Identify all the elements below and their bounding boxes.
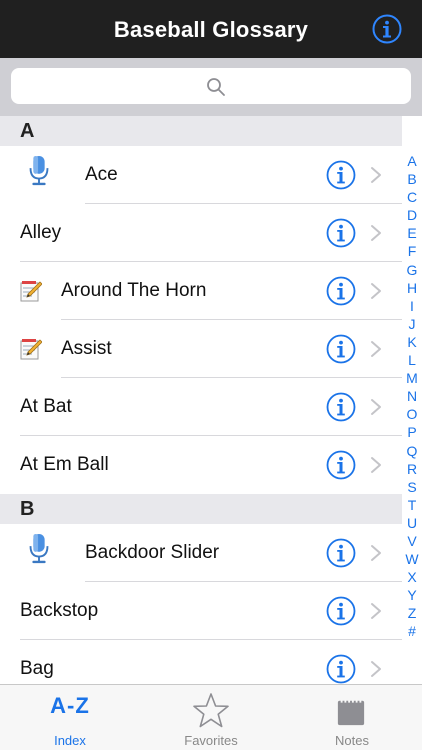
tab-notes-label: Notes: [335, 733, 369, 748]
list-item[interactable]: Backdoor Slider: [0, 524, 402, 582]
index-letter-q[interactable]: Q: [402, 442, 422, 460]
info-icon[interactable]: [326, 596, 356, 626]
chevron-right-icon: [371, 167, 381, 183]
alphabet-index[interactable]: A B C D E F G H I J K L M N O P Q R S T U V W X Y Z #: [402, 152, 422, 641]
index-letter-z[interactable]: Z: [402, 604, 422, 622]
section-header-a: A: [0, 116, 402, 146]
note-icon: [20, 281, 42, 302]
chevron-right-icon: [371, 457, 381, 473]
az-icon: A-Z: [50, 693, 90, 718]
search-bar: [0, 58, 422, 116]
list-item-label: Alley: [20, 222, 62, 243]
list-item[interactable]: Backstop: [0, 582, 402, 640]
tab-bar: A-Z Index Favorites Notes: [0, 684, 422, 750]
index-letter-o[interactable]: O: [402, 405, 422, 423]
info-icon[interactable]: [326, 276, 356, 306]
notepad-icon: [337, 698, 365, 726]
index-letter-m[interactable]: M: [402, 369, 422, 387]
list-item[interactable]: Around The Horn: [0, 262, 402, 320]
index-letter-u[interactable]: U: [402, 514, 422, 532]
list-item-label: Around The Horn: [61, 280, 207, 301]
navigation-bar: Baseball Glossary: [0, 0, 422, 58]
list-item-label: At Bat: [20, 396, 72, 417]
tab-index-label: Index: [54, 733, 86, 748]
info-icon[interactable]: [326, 218, 356, 248]
info-icon[interactable]: [326, 538, 356, 568]
tab-favorites-label: Favorites: [184, 733, 238, 748]
chevron-right-icon: [371, 341, 381, 357]
info-icon[interactable]: [326, 392, 356, 422]
chevron-right-icon: [371, 399, 381, 415]
index-letter-c[interactable]: C: [402, 188, 422, 206]
index-letter-i[interactable]: I: [402, 297, 422, 315]
section-header-b: B: [0, 494, 402, 524]
index-letter-t[interactable]: T: [402, 496, 422, 514]
info-icon[interactable]: [372, 14, 402, 44]
list-item-label: Backdoor Slider: [85, 542, 220, 563]
index-letter-e[interactable]: E: [402, 224, 422, 242]
index-letter-x[interactable]: X: [402, 568, 422, 586]
index-letter-v[interactable]: V: [402, 532, 422, 550]
info-icon[interactable]: [326, 160, 356, 190]
list-item[interactable]: At Em Ball: [0, 436, 402, 494]
star-icon: [193, 693, 229, 728]
index-letter-f[interactable]: F: [402, 242, 422, 260]
tab-index[interactable]: A-Z Index: [0, 685, 140, 750]
chevron-right-icon: [371, 603, 381, 619]
chevron-right-icon: [371, 283, 381, 299]
list-item-label: Assist: [61, 338, 112, 359]
list-item-label: Ace: [85, 164, 118, 185]
index-letter-hash[interactable]: #: [402, 622, 422, 640]
list-item-label: Backstop: [20, 600, 99, 621]
glossary-list[interactable]: A Ace Alley Around The Horn Assist At Bat At E…: [0, 116, 402, 684]
index-letter-p[interactable]: P: [402, 423, 422, 441]
index-letter-g[interactable]: G: [402, 261, 422, 279]
tab-notes[interactable]: Notes: [282, 685, 422, 750]
list-item[interactable]: Bag: [0, 640, 402, 684]
chevron-right-icon: [371, 545, 381, 561]
list-item-label: At Em Ball: [20, 454, 109, 475]
index-letter-d[interactable]: D: [402, 206, 422, 224]
index-letter-s[interactable]: S: [402, 478, 422, 496]
microphone-icon: [29, 155, 49, 186]
index-letter-j[interactable]: J: [402, 315, 422, 333]
chevron-right-icon: [371, 661, 381, 677]
chevron-right-icon: [371, 225, 381, 241]
info-icon[interactable]: [326, 654, 356, 684]
index-letter-r[interactable]: R: [402, 460, 422, 478]
list-item[interactable]: Alley: [0, 204, 402, 262]
list-item[interactable]: Assist: [0, 320, 402, 378]
search-input[interactable]: [11, 68, 411, 104]
index-letter-n[interactable]: N: [402, 387, 422, 405]
info-icon[interactable]: [326, 450, 356, 480]
list-item[interactable]: Ace: [0, 146, 402, 204]
search-icon: [207, 78, 225, 96]
index-letter-b[interactable]: B: [402, 170, 422, 188]
index-letter-w[interactable]: W: [402, 550, 422, 568]
index-letter-k[interactable]: K: [402, 333, 422, 351]
list-item-label: Bag: [20, 658, 54, 679]
index-letter-l[interactable]: L: [402, 351, 422, 369]
index-letter-a[interactable]: A: [402, 152, 422, 170]
info-icon[interactable]: [326, 334, 356, 364]
list-item[interactable]: At Bat: [0, 378, 402, 436]
app-title: Baseball Glossary: [113, 17, 309, 42]
note-icon: [20, 339, 42, 360]
index-letter-h[interactable]: H: [402, 279, 422, 297]
tab-favorites[interactable]: Favorites: [141, 685, 281, 750]
microphone-icon: [29, 533, 49, 564]
index-letter-y[interactable]: Y: [402, 586, 422, 604]
